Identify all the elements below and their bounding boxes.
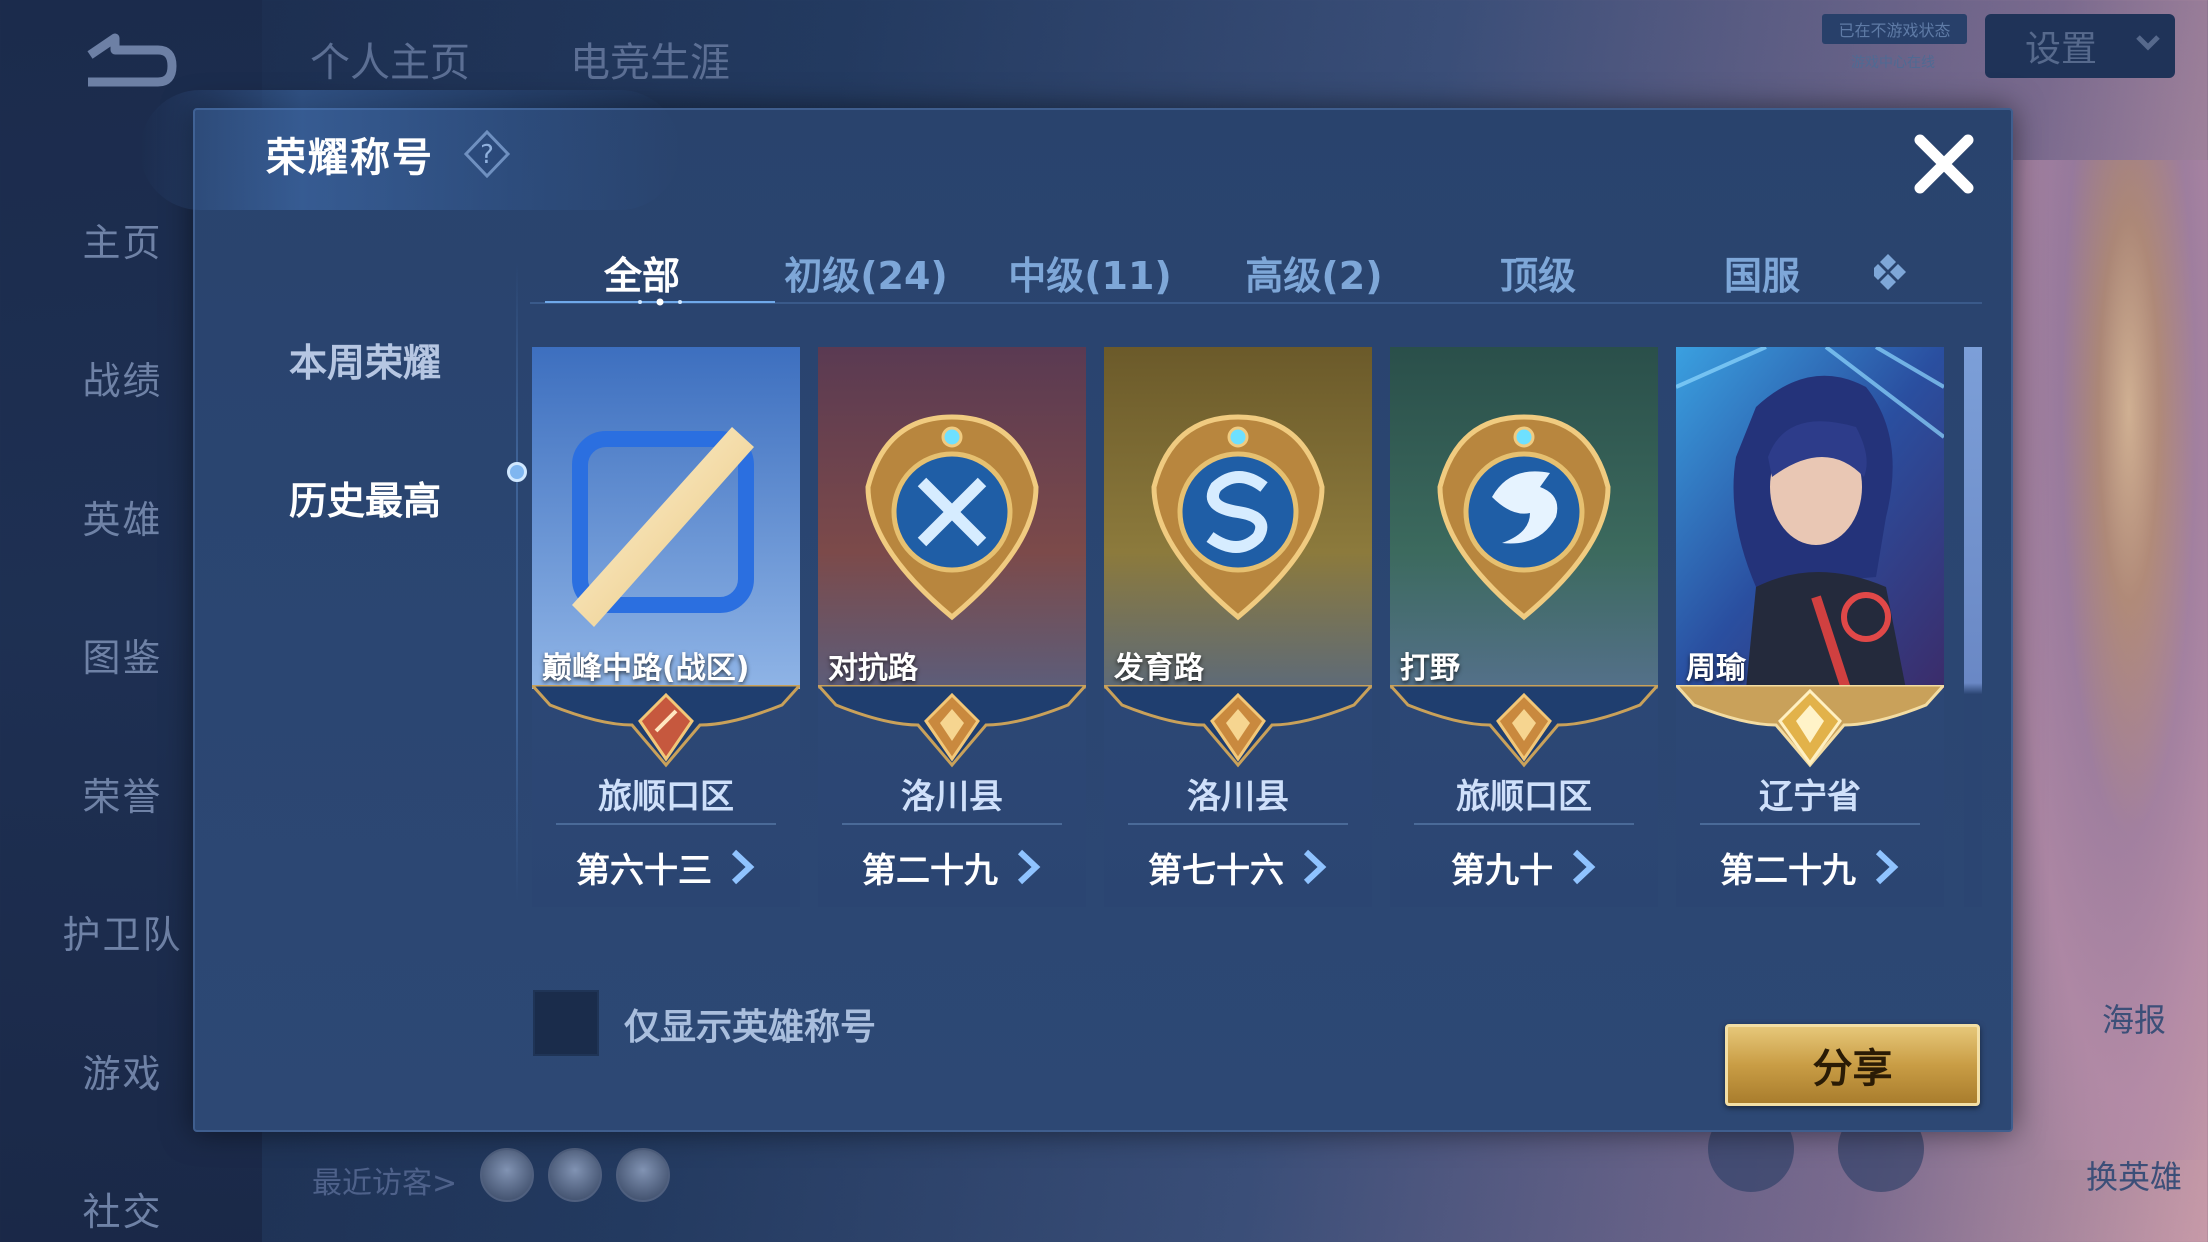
share-button[interactable]: 分享 (1725, 1024, 1980, 1106)
avatar[interactable] (616, 1148, 670, 1202)
card-divider (1414, 823, 1634, 825)
card-title: 打野 (1400, 651, 1460, 686)
title-card[interactable]: 对抗路 洛川县 第二十九 (818, 347, 1086, 907)
card-image (818, 347, 1086, 689)
avatar[interactable] (548, 1148, 602, 1202)
menu-divider (516, 262, 518, 902)
title-card-partial (1964, 347, 1982, 907)
dialog-left-menu: 本周荣耀 历史最高 (210, 290, 528, 566)
card-title: 巅峰中路(战区) (542, 651, 750, 686)
close-icon[interactable] (1910, 130, 1978, 198)
title-card[interactable]: 发育路 洛川县 第七十六 (1104, 347, 1372, 907)
card-rank: 第二十九 (1720, 850, 1856, 891)
help-icon[interactable]: ? (464, 130, 510, 178)
change-hero-label: 换英雄 (2085, 1158, 2182, 1196)
card-region: 洛川县 (901, 777, 1003, 817)
chevron-right-icon (1572, 849, 1596, 885)
menu-item-history-best[interactable]: 历史最高 (210, 428, 528, 566)
tab-beginner[interactable]: 初级(24) (754, 240, 978, 304)
title-card[interactable]: 周瑜 辽宁省 第二十九 (1676, 347, 1944, 907)
tab-intermediate[interactable]: 中级(11) (978, 240, 1202, 304)
card-region: 旅顺口区 (1456, 777, 1592, 817)
clash-lane-medal-icon (818, 347, 1086, 689)
tab-advanced[interactable]: 高级(2) (1202, 240, 1426, 304)
card-image (1104, 347, 1372, 689)
tab-personal-home[interactable]: 个人主页 (310, 30, 470, 88)
diamond-icon (1874, 254, 1906, 290)
title-card[interactable]: 巅峰中路(战区) 旅顺口区 第六十三 (532, 347, 800, 907)
dialog-title: 荣耀称号 (266, 135, 434, 181)
emblem-icon (532, 685, 800, 768)
menu-item-weekly-honor[interactable]: 本周荣耀 (210, 290, 520, 428)
peak-badge-icon (532, 347, 800, 689)
hero-portrait-icon (1676, 347, 1944, 689)
card-rank-link[interactable]: 第六十三 (532, 837, 800, 897)
status-subtext: 游戏中心在线 (1851, 55, 1935, 71)
profile-top-tabs: 个人主页 电竞生涯 (310, 30, 730, 88)
avatar[interactable] (480, 1148, 534, 1202)
active-tab-indicator (545, 298, 775, 306)
card-rank: 第二十九 (862, 850, 998, 891)
tab-national[interactable]: 国服 (1650, 240, 1874, 304)
svg-text:?: ? (480, 140, 494, 170)
nav-item-social[interactable]: 社交 (0, 1140, 245, 1242)
card-rank-link[interactable]: 第二十九 (818, 837, 1086, 897)
card-rank: 第六十三 (576, 850, 712, 891)
card-title: 周瑜 (1686, 651, 1746, 686)
poster-label: 海报 (2101, 1001, 2166, 1039)
hero-titles-only-checkbox[interactable] (533, 990, 599, 1056)
tab-esports-career[interactable]: 电竞生涯 (570, 30, 730, 88)
emblem-icon (818, 685, 1086, 768)
title-card[interactable]: 打野 旅顺口区 第九十 (1390, 347, 1658, 907)
card-divider (1700, 823, 1920, 825)
chevron-down-icon (2136, 35, 2160, 51)
card-region: 旅顺口区 (598, 777, 734, 817)
back-arrow-icon[interactable] (70, 30, 180, 100)
menu-active-indicator (507, 462, 527, 482)
hero-titles-only-label[interactable]: 仅显示英雄称号 (624, 998, 876, 1050)
farm-lane-medal-icon (1104, 347, 1372, 689)
card-divider (1128, 823, 1348, 825)
tab-more[interactable] (1874, 240, 1934, 304)
emblem-icon (1104, 685, 1372, 768)
tab-top[interactable]: 顶级 (1426, 240, 1650, 304)
status-badge: 已在不游戏状态 (1822, 14, 1967, 44)
change-hero-button[interactable]: 换英雄 (2074, 1152, 2194, 1198)
emblem-icon (1390, 685, 1658, 768)
share-label: 分享 (1812, 1046, 1893, 1092)
card-rank: 第七十六 (1148, 850, 1284, 891)
card-image (532, 347, 800, 689)
card-image (1390, 347, 1658, 689)
card-title: 对抗路 (828, 651, 918, 686)
emblem-icon (1676, 685, 1944, 768)
chevron-right-icon (1017, 849, 1041, 885)
card-rank-link[interactable]: 第七十六 (1104, 837, 1372, 897)
chevron-right-icon (1303, 849, 1327, 885)
chevron-right-icon (731, 849, 755, 885)
category-tabs: 全部 初级(24) 中级(11) 高级(2) 顶级 国服 (530, 240, 1992, 304)
card-image (1676, 347, 1944, 689)
recent-visitors-link[interactable]: 最近访客> (312, 1158, 457, 1202)
card-divider (556, 823, 776, 825)
jungle-medal-icon (1390, 347, 1658, 689)
poster-button[interactable]: 海报 (2074, 995, 2194, 1041)
card-region: 辽宁省 (1759, 777, 1861, 817)
card-rank-link[interactable]: 第九十 (1390, 837, 1658, 897)
tab-all[interactable]: 全部 (530, 240, 754, 304)
settings-button[interactable]: 设置 (1985, 14, 2175, 78)
card-rank: 第九十 (1451, 850, 1553, 891)
card-title: 发育路 (1114, 651, 1204, 686)
title-cards-list: 巅峰中路(战区) 旅顺口区 第六十三 对抗路 洛川县 第二十九 发育路 洛川县 … (532, 347, 1982, 907)
card-rank-link[interactable]: 第二十九 (1676, 837, 1944, 897)
card-divider (842, 823, 1062, 825)
settings-label: 设置 (2025, 29, 2098, 70)
chevron-right-icon (1875, 849, 1899, 885)
card-region: 洛川县 (1187, 777, 1289, 817)
